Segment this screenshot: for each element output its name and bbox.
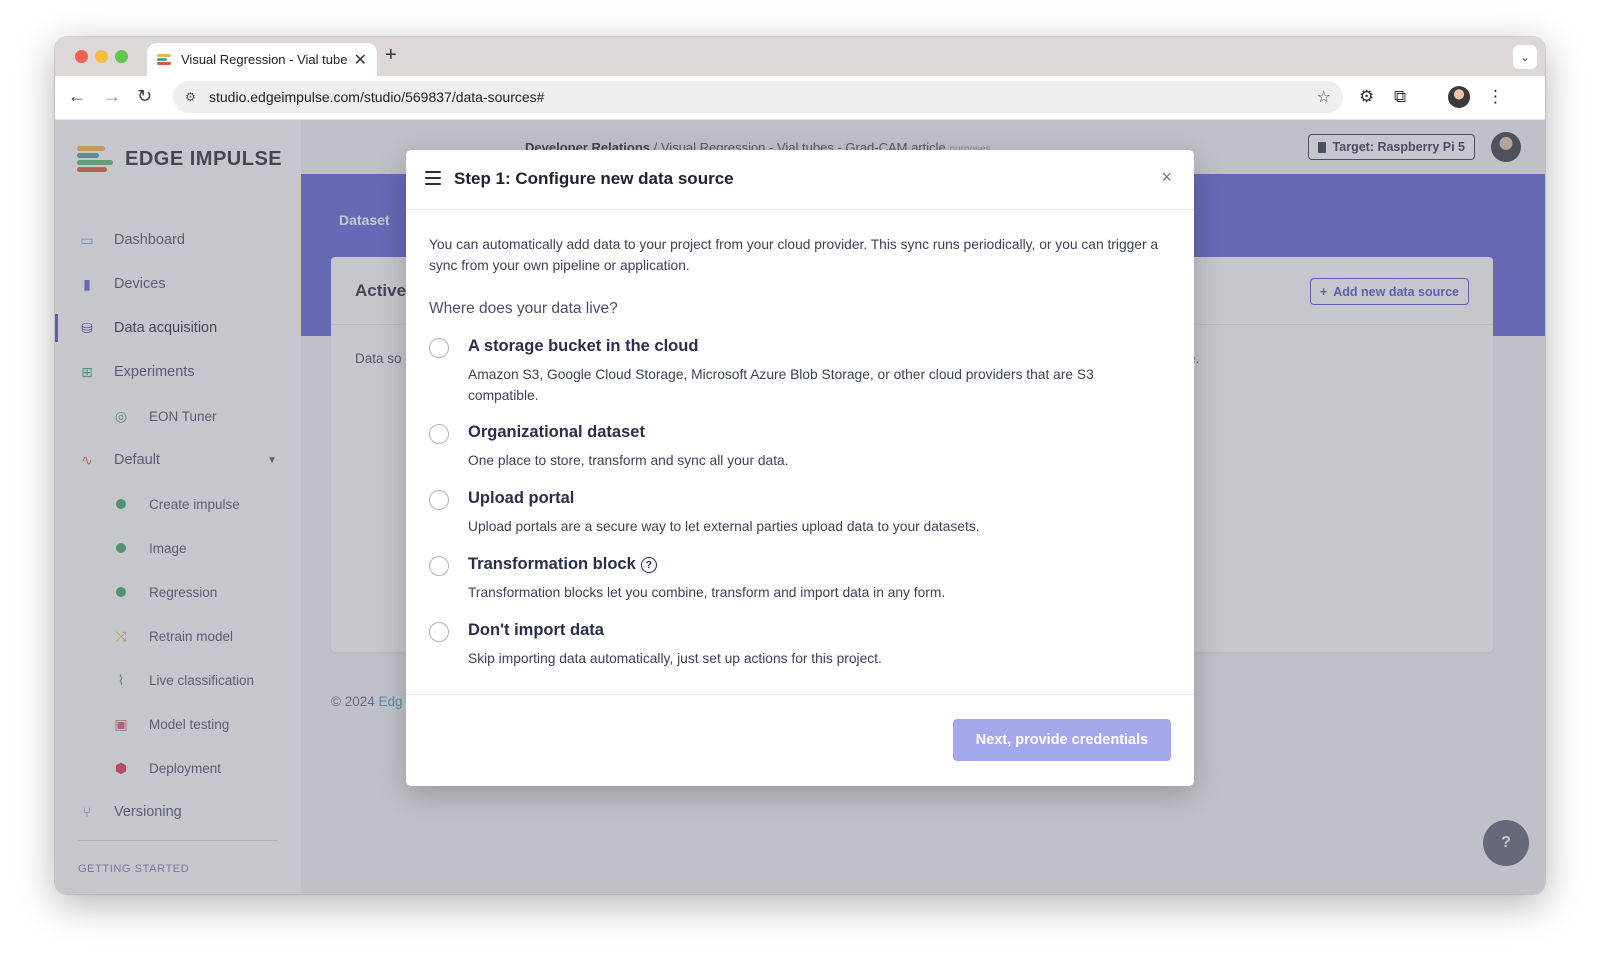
tab-strip: Visual Regression - Vial tubes ✕ + ⌄	[55, 37, 1545, 76]
tab-search-chevron-icon[interactable]: ⌄	[1513, 45, 1537, 69]
configure-data-source-modal: Step 1: Configure new data source × You …	[406, 150, 1194, 786]
profile-avatar[interactable]	[1448, 86, 1470, 108]
radio-transformation-block[interactable]	[429, 556, 449, 576]
radio-dont-import[interactable]	[429, 622, 449, 642]
radio-organizational-dataset[interactable]	[429, 424, 449, 444]
url-text: studio.edgeimpulse.com/studio/569837/dat…	[209, 89, 545, 105]
extension-gear-icon[interactable]: ⚙	[1359, 87, 1374, 107]
back-arrow-icon[interactable]: ←	[68, 86, 86, 107]
option-description: Amazon S3, Google Cloud Storage, Microso…	[468, 367, 1094, 403]
option-description: Skip importing data automatically, just …	[468, 651, 882, 666]
option-description: Transformation blocks let you combine, t…	[468, 585, 946, 600]
browser-toolbar: ← → ↻ ⚙ studio.edgeimpulse.com/studio/56…	[55, 76, 1545, 120]
address-bar[interactable]: ⚙ studio.edgeimpulse.com/studio/569837/d…	[173, 81, 1343, 113]
modal-header: Step 1: Configure new data source ×	[406, 150, 1194, 210]
data-location-question: Where does your data live?	[429, 300, 618, 317]
option-description: Upload portals are a secure way to let e…	[468, 519, 980, 534]
browser-menu-icon[interactable]: ⋮	[1487, 87, 1504, 107]
help-circle-icon[interactable]: ?	[640, 557, 657, 573]
edge-impulse-favicon-icon	[157, 53, 173, 67]
option-title: Upload portal	[468, 489, 575, 507]
modal-intro-text: You can automatically add data to your p…	[429, 237, 1159, 273]
option-title: Organizational dataset	[468, 423, 645, 441]
option-description: One place to store, transform and sync a…	[468, 453, 789, 468]
tab-title: Visual Regression - Vial tubes	[181, 52, 348, 67]
reload-icon[interactable]: ↻	[137, 86, 152, 107]
option-title: Transformation block	[468, 555, 636, 573]
minimize-window-button[interactable]	[95, 50, 108, 63]
radio-storage-bucket[interactable]	[429, 338, 449, 358]
next-provide-credentials-button[interactable]: Next, provide credentials	[953, 719, 1171, 761]
site-info-icon[interactable]: ⚙	[185, 90, 199, 104]
bookmark-star-icon[interactable]: ☆	[1317, 87, 1331, 107]
browser-tab[interactable]: Visual Regression - Vial tubes ✕	[147, 43, 377, 76]
hamburger-menu-icon	[425, 171, 441, 185]
extensions-puzzle-icon[interactable]: ⧉	[1394, 87, 1406, 107]
option-title-wrap: Transformation block?	[468, 555, 657, 574]
option-title: A storage bucket in the cloud	[468, 337, 699, 355]
modal-footer: Next, provide credentials	[406, 694, 1194, 786]
radio-upload-portal[interactable]	[429, 490, 449, 510]
close-icon[interactable]: ×	[1161, 167, 1172, 188]
browser-window: Visual Regression - Vial tubes ✕ + ⌄ ← →…	[55, 37, 1545, 894]
option-title: Don't import data	[468, 621, 604, 639]
forward-arrow-icon[interactable]: →	[103, 86, 121, 107]
modal-title: Step 1: Configure new data source	[454, 169, 734, 188]
new-tab-button[interactable]: +	[385, 44, 397, 67]
close-window-button[interactable]	[75, 50, 88, 63]
tab-close-icon[interactable]: ✕	[354, 50, 367, 70]
maximize-window-button[interactable]	[115, 50, 128, 63]
